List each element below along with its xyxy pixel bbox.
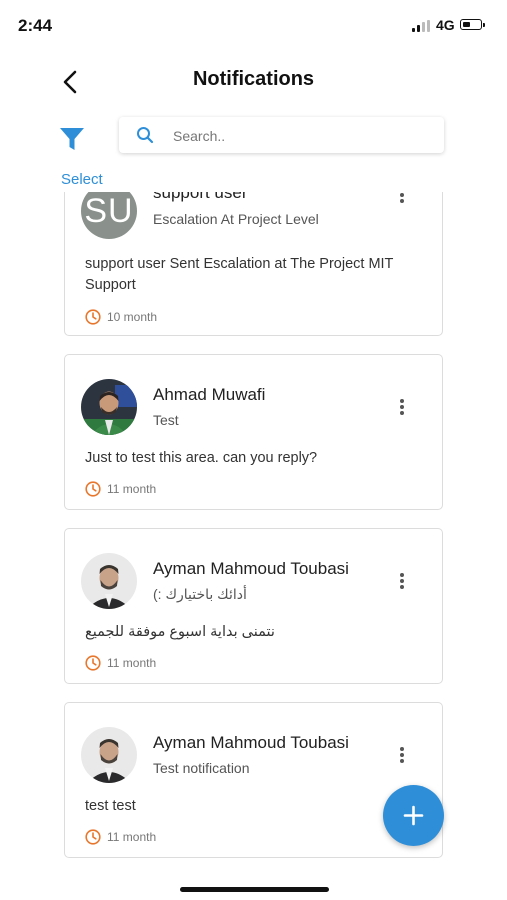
more-options-button[interactable] (392, 192, 412, 207)
avatar (81, 727, 137, 783)
clock-icon (85, 481, 101, 497)
home-indicator (180, 887, 329, 892)
time-ago: 11 month (107, 656, 157, 670)
clock-icon (85, 829, 101, 845)
avatar (81, 553, 137, 609)
page-title: Notifications (192, 68, 315, 90)
add-button[interactable] (383, 785, 444, 846)
more-options-button[interactable] (392, 397, 412, 419)
avatar-photo (81, 727, 137, 783)
notification-card[interactable]: Ayman Mahmoud Toubasi (: أدائك باختيارك … (64, 528, 443, 684)
battery-icon (460, 19, 485, 30)
search-input[interactable] (171, 117, 435, 155)
time-ago: 11 month (107, 830, 157, 844)
avatar (81, 379, 137, 435)
notification-subject: (: أدائك باختيارك (153, 586, 247, 602)
signal-icon (412, 20, 432, 32)
status-bar: 2:44 4G (0, 0, 507, 52)
search-bar (119, 117, 444, 155)
time-ago: 10 month (107, 310, 158, 324)
notification-body: test test (85, 798, 136, 814)
avatar-photo (81, 553, 137, 609)
sender-name: Ayman Mahmoud Toubasi (153, 733, 349, 752)
filter-button[interactable] (59, 126, 85, 152)
sender-name: support user (153, 192, 248, 202)
clock-icon (85, 309, 101, 325)
notification-subject: Test (153, 412, 179, 428)
avatar-photo (81, 379, 137, 435)
plus-icon (403, 805, 424, 826)
select-link[interactable]: Select (61, 171, 103, 188)
notification-list: SU support user Escalation At Project Le… (0, 192, 507, 870)
more-options-button[interactable] (392, 745, 412, 767)
filter-icon (60, 128, 84, 150)
network-type: 4G (436, 17, 455, 33)
sender-name: Ahmad Muwafi (153, 385, 266, 404)
clock-icon (85, 655, 101, 671)
notification-body: support user Sent Escalation at The Proj… (85, 256, 394, 293)
notification-card[interactable]: Ahmad Muwafi Test Just to test this area… (64, 354, 443, 510)
time-ago: 11 month (107, 482, 157, 496)
sender-name: Ayman Mahmoud Toubasi (153, 559, 349, 578)
notification-card[interactable]: SU support user Escalation At Project Le… (64, 192, 443, 336)
search-icon (137, 127, 154, 144)
more-options-button[interactable] (392, 571, 412, 593)
notification-subject: Escalation At Project Level (153, 211, 319, 227)
notification-body: Just to test this area. can you reply? (85, 450, 318, 466)
notification-body: نتمنى بداية اسبوع موفقة للجميع (85, 624, 275, 640)
notification-subject: Test notification (153, 760, 250, 776)
avatar: SU (81, 192, 137, 239)
status-time: 2:44 (18, 16, 53, 35)
